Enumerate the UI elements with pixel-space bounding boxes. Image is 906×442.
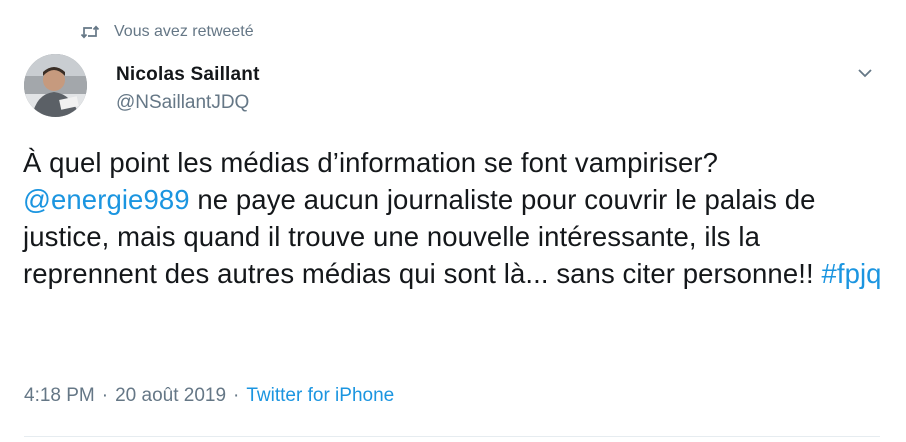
- tweet-date[interactable]: 20 août 2019: [115, 385, 226, 407]
- user-info: Nicolas Saillant @NSaillantJDQ: [116, 62, 260, 116]
- chevron-down-icon[interactable]: [857, 66, 873, 78]
- tweet-text-part: À quel point les médias d’information se…: [23, 147, 719, 178]
- retweet-icon: [80, 24, 100, 40]
- hashtag-link[interactable]: #fpjq: [821, 258, 881, 289]
- tweet-source-link[interactable]: Twitter for iPhone: [246, 385, 394, 407]
- tweet-card: Vous avez retweeté Nicolas Saillant @NSa…: [0, 0, 906, 442]
- user-name[interactable]: Nicolas Saillant: [116, 62, 260, 88]
- tweet-meta: 4:18 PM · 20 août 2019 · Twitter for iPh…: [24, 385, 394, 407]
- meta-separator: ·: [233, 385, 240, 406]
- divider: [24, 436, 880, 437]
- user-handle[interactable]: @NSaillantJDQ: [116, 90, 260, 116]
- avatar-photo: [24, 54, 87, 117]
- tweet-text: À quel point les médias d’information se…: [23, 144, 883, 292]
- avatar[interactable]: [24, 54, 87, 117]
- retweet-label: Vous avez retweeté: [114, 23, 254, 40]
- tweet-time[interactable]: 4:18 PM: [24, 385, 95, 407]
- retweet-context: Vous avez retweeté: [80, 22, 254, 42]
- meta-separator: ·: [101, 385, 109, 406]
- mention-link[interactable]: @energie989: [23, 184, 190, 215]
